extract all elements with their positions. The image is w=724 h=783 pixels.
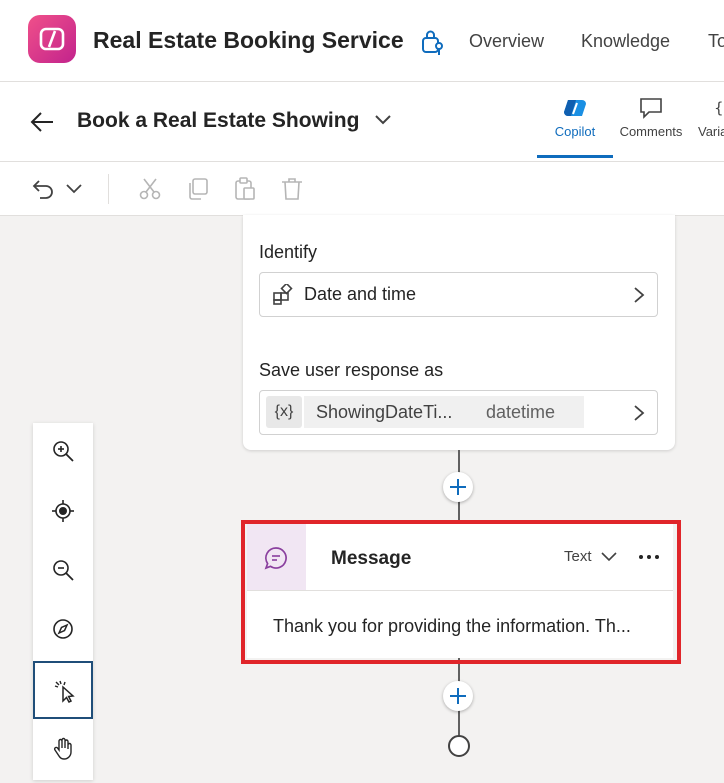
focus-icon xyxy=(52,500,74,522)
add-node-button[interactable] xyxy=(443,472,473,502)
zoom-in-icon xyxy=(53,441,74,462)
app-header: Real Estate Booking Service Overview Kno… xyxy=(0,0,724,82)
tab-copilot[interactable]: Copilot xyxy=(541,96,609,139)
tab-variables[interactable]: {x} Varia xyxy=(698,96,724,139)
nav-overview[interactable]: Overview xyxy=(469,31,544,52)
topic-title[interactable]: Book a Real Estate Showing xyxy=(77,109,359,133)
edit-toolbar xyxy=(0,162,724,216)
question-node-card[interactable]: Identify Date and time Save user respons… xyxy=(243,215,675,450)
variable-icon: {x} xyxy=(714,99,724,117)
plus-icon xyxy=(450,479,466,495)
tab-comments-label: Comments xyxy=(619,124,683,139)
minimap-icon xyxy=(53,619,73,639)
copilot-studio-logo-icon xyxy=(39,27,65,51)
active-tab-indicator xyxy=(537,155,613,158)
copilot-icon xyxy=(564,100,586,116)
bag-key-icon[interactable] xyxy=(420,30,446,56)
tab-variables-label: Varia xyxy=(698,124,724,139)
identify-select[interactable]: Date and time xyxy=(259,272,658,317)
end-node xyxy=(448,735,470,757)
tab-copilot-label: Copilot xyxy=(554,124,596,139)
copy-icon[interactable] xyxy=(185,176,211,202)
pan-hand-icon xyxy=(53,737,72,760)
app-logo xyxy=(28,15,76,63)
identify-value: Date and time xyxy=(304,284,417,304)
save-response-label: Save user response as xyxy=(259,360,444,380)
topic-header: Book a Real Estate Showing Copilot Comme… xyxy=(0,82,724,162)
save-variable-select[interactable]: {x} ShowingDateTi... datetime xyxy=(259,390,658,435)
app-title: Real Estate Booking Service xyxy=(93,27,404,53)
chevron-right-icon xyxy=(634,405,645,421)
cut-icon[interactable] xyxy=(137,176,163,202)
plus-icon xyxy=(450,688,466,704)
variable-type: datetime xyxy=(474,396,584,428)
chevron-down-icon[interactable] xyxy=(62,176,88,202)
chevron-right-icon xyxy=(634,287,645,303)
tab-comments[interactable]: Comments xyxy=(615,96,687,139)
select-pointer-icon xyxy=(54,680,75,703)
entity-icon xyxy=(273,284,293,305)
zoom-out-button[interactable] xyxy=(33,542,93,600)
variable-chip-icon: {x} xyxy=(266,396,302,428)
svg-text:{x}: {x} xyxy=(714,99,724,117)
delete-icon[interactable] xyxy=(279,176,305,202)
zoom-out-icon xyxy=(53,560,74,581)
canvas-tools-panel xyxy=(33,423,93,780)
recenter-button[interactable] xyxy=(33,483,93,541)
variable-name: ShowingDateTi... xyxy=(304,396,476,428)
add-node-button[interactable] xyxy=(443,681,473,711)
pan-tool-button[interactable] xyxy=(33,721,93,779)
select-tool-button[interactable] xyxy=(33,661,93,719)
minimap-button[interactable] xyxy=(33,601,93,659)
nav-tools[interactable]: To xyxy=(708,31,724,52)
nav-knowledge[interactable]: Knowledge xyxy=(581,31,670,52)
back-arrow-icon[interactable] xyxy=(30,110,56,134)
toolbar-divider xyxy=(108,174,109,204)
comment-icon xyxy=(640,98,662,119)
highlight-outline xyxy=(241,520,681,664)
undo-icon[interactable] xyxy=(30,176,56,202)
chevron-down-icon[interactable] xyxy=(373,112,393,128)
paste-icon[interactable] xyxy=(232,176,258,202)
zoom-in-button[interactable] xyxy=(33,423,93,481)
identify-label: Identify xyxy=(259,242,318,262)
